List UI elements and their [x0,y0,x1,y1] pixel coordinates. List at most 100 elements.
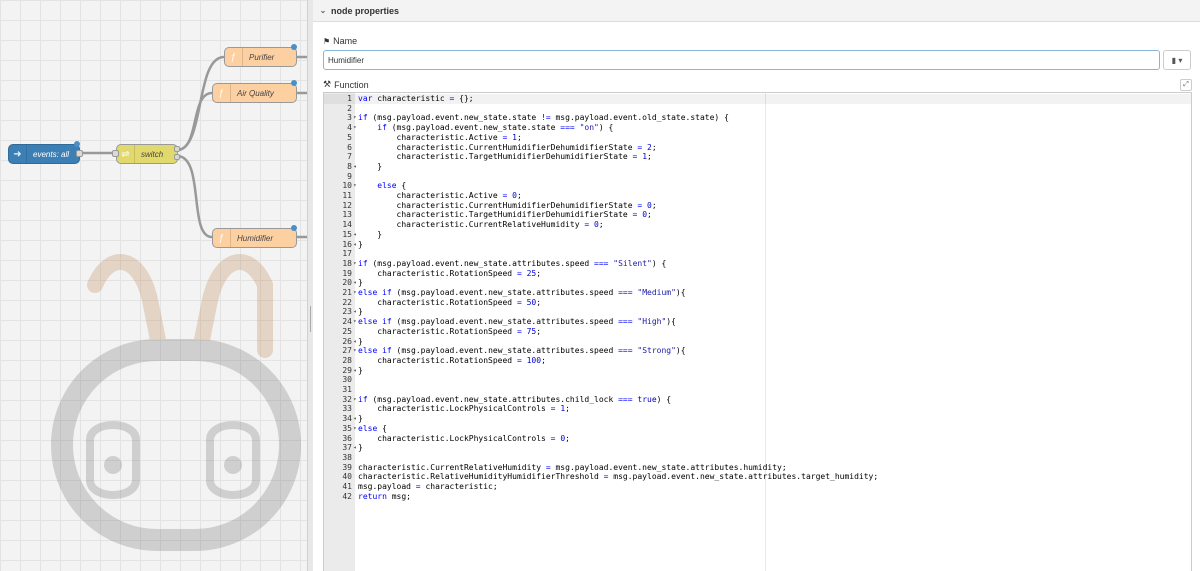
code-line[interactable]: return msg; [358,492,411,502]
code-line[interactable]: } [358,278,363,288]
purifier-function-node[interactable]: ƒ Purifier [224,47,297,67]
fold-toggle-icon[interactable]: ▾ [353,346,357,356]
events-all-node[interactable]: ➜ events: all [8,144,80,164]
code-line[interactable]: if (msg.payload.event.new_state.state !=… [358,113,729,123]
code-line[interactable]: } [358,366,363,376]
code-line[interactable]: } [358,337,363,347]
fold-toggle-icon[interactable]: ◂ [353,414,357,424]
line-number: 23 ◂ [342,307,357,317]
code-line[interactable]: else if (msg.payload.event.new_state.att… [358,288,686,298]
function-code-editor[interactable]: 1 2 3 ▾ 4 ▾ 5 6 7 8 ◂ 9 10 ▾ 11 12 13 14 15 ◂ 16 ◂ 17 18 ▾ 19 20 ◂ 2… [323,92,1192,571]
code-line[interactable]: else { [358,181,406,191]
humidifier-node-label: Humidifier [237,233,274,243]
fold-toggle-icon[interactable]: ◂ [353,278,357,288]
code-line[interactable]: characteristic.Active = 1; [358,133,522,143]
code-line[interactable]: characteristic.CurrentRelativeHumidity =… [358,463,787,473]
flow-canvas[interactable]: ➜ events: all ⇌ switch ƒ Purifier ƒ Air … [0,0,307,571]
line-number: 29 ◂ [342,365,357,375]
code-line[interactable]: } [358,230,382,240]
fold-toggle-icon[interactable]: ▾ [353,113,357,123]
code-line[interactable]: characteristic.RotationSpeed = 50; [358,298,541,308]
code-line[interactable]: characteristic.Active = 0; [358,191,522,201]
code-line[interactable]: } [358,240,363,250]
fold-toggle-icon[interactable]: ▾ [353,317,357,327]
purifier-changed-indicator [291,44,297,50]
code-line[interactable]: } [358,443,363,453]
line-number: 25 [342,326,352,336]
line-number: 36 [342,433,352,443]
fold-toggle-icon[interactable]: ▾ [353,424,357,434]
fold-toggle-icon[interactable]: ◂ [353,240,357,250]
code-line[interactable]: if (msg.payload.event.new_state.state ==… [358,123,613,133]
code-line[interactable]: characteristic.RotationSpeed = 100; [358,356,546,366]
fold-toggle-icon[interactable]: ◂ [353,230,357,240]
code-line[interactable]: characteristic.TargetHumidifierDehumidif… [358,210,652,220]
code-line[interactable]: else if (msg.payload.event.new_state.att… [358,317,676,327]
fold-toggle-icon[interactable]: ◂ [353,443,357,453]
function-label-row: ⚒ Function [323,79,369,90]
line-number: 15 ◂ [342,229,357,239]
fold-toggle-icon[interactable]: ▾ [353,181,357,191]
code-line[interactable]: characteristic.TargetHumidifierDehumidif… [358,152,652,162]
code-line[interactable]: if (msg.payload.event.new_state.attribut… [358,395,671,405]
code-line[interactable]: var characteristic = {}; [358,94,474,104]
fold-toggle-icon[interactable]: ◂ [353,307,357,317]
book-icon: ▮ [1171,55,1177,65]
fold-toggle-icon[interactable]: ◂ [353,366,357,376]
line-number: 27 ▾ [342,346,357,356]
code-line[interactable]: characteristic.RotationSpeed = 75; [358,327,541,337]
code-line[interactable]: characteristic.LockPhysicalControls = 1; [358,404,570,414]
line-number: 17 [342,249,352,259]
fold-toggle-icon[interactable]: ◂ [353,337,357,347]
switch-output-port-1[interactable] [174,146,180,152]
switch-node[interactable]: ⇌ switch [116,144,178,164]
line-number: 8 ◂ [347,161,357,171]
line-number: 22 [342,297,352,307]
code-line[interactable]: } [358,162,382,172]
fold-toggle-icon[interactable]: ▾ [353,395,357,405]
tag-icon: ⚑ [323,36,331,46]
line-number: 20 ◂ [342,278,357,288]
line-number: 32 ▾ [342,394,357,404]
air-quality-function-node[interactable]: ƒ Air Quality [212,83,297,103]
switch-output-port-2[interactable] [174,154,180,160]
code-line[interactable]: } [358,414,363,424]
code-line[interactable]: characteristic.CurrentHumidifierDehumidi… [358,201,657,211]
line-number: 3 ▾ [347,113,357,123]
line-number: 19 [342,268,352,278]
code-line[interactable]: characteristic.LockPhysicalControls = 0; [358,434,570,444]
function-icon: ƒ [213,84,231,102]
line-number: 31 [342,385,352,394]
events-node-label: events: all [33,149,70,159]
humidifier-function-node[interactable]: ƒ Humidifier [212,228,297,248]
fold-toggle-icon[interactable]: ▾ [353,288,357,298]
line-number: 24 ▾ [342,317,357,327]
code-line[interactable]: characteristic.CurrentHumidifierDehumidi… [358,143,657,153]
line-number: 41 [342,482,352,491]
name-input[interactable] [323,50,1160,70]
code-line[interactable]: characteristic.RelativeHumidityHumidifie… [358,472,878,482]
line-number: 30 [342,375,352,385]
fold-toggle-icon[interactable]: ◂ [353,162,357,172]
line-number: 12 [342,200,352,210]
code-line[interactable]: if (msg.payload.event.new_state.attribut… [358,259,666,269]
code-line[interactable]: msg.payload = characteristic; [358,482,498,492]
switch-input-port[interactable] [112,150,119,157]
expand-editor-icon[interactable]: ⤢ [1180,79,1192,91]
line-number: 6 [347,142,352,152]
fold-toggle-icon[interactable]: ▾ [353,259,357,269]
wrench-icon: ⚒ [323,79,332,89]
code-line[interactable]: characteristic.RotationSpeed = 25; [358,269,541,279]
code-line[interactable]: characteristic.CurrentRelativeHumidity =… [358,220,604,230]
code-line[interactable]: else if (msg.payload.event.new_state.att… [358,346,686,356]
node-icon-select-button[interactable]: ▮ ▾ [1163,50,1191,70]
node-properties-section-header[interactable]: ⌄ node properties [313,0,1200,22]
chevron-down-icon[interactable]: ⌄ [317,6,329,15]
events-output-port[interactable] [76,150,83,157]
code-line[interactable]: } [358,307,363,317]
fold-toggle-icon[interactable]: ▾ [353,123,357,133]
line-number: 34 ◂ [342,414,357,424]
line-number: 9 [347,171,352,181]
switch-node-label: switch [141,149,164,159]
code-line[interactable]: else { [358,424,387,434]
